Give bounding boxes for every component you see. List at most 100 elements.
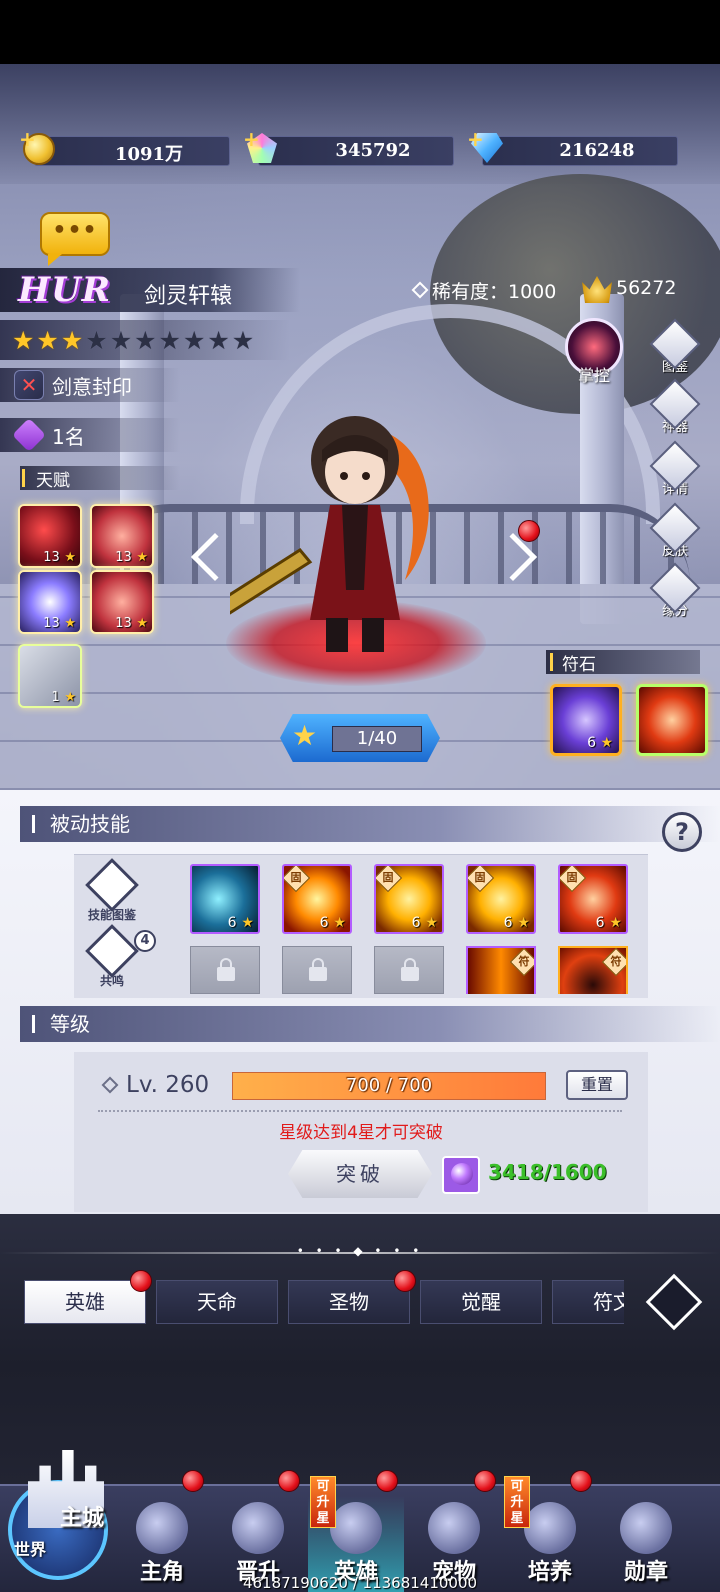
star-icon: ★ bbox=[207, 325, 230, 355]
locked-skill-slot[interactable] bbox=[190, 946, 260, 994]
skill-level: 6 ★ bbox=[595, 915, 622, 931]
upgrade-tag: 可升星 bbox=[504, 1476, 530, 1528]
passive-skill-slot[interactable]: 6 ★ bbox=[190, 864, 260, 934]
crystal-counter[interactable]: + 345792 bbox=[243, 127, 454, 166]
seal-row[interactable]: ✕ 剑意封印 bbox=[0, 368, 180, 402]
rarity: 稀有度：1000 bbox=[411, 276, 557, 304]
diamond-bullet-icon bbox=[101, 1076, 119, 1094]
rune-skill-slot[interactable]: 符 bbox=[558, 946, 628, 994]
main-city-label: 主城 bbox=[60, 1505, 105, 1531]
control-skill-label: 掌控 bbox=[577, 366, 610, 385]
help-button[interactable]: ? bbox=[662, 812, 702, 852]
nav-icon bbox=[620, 1502, 672, 1554]
tab-2[interactable]: 圣物 bbox=[288, 1280, 410, 1324]
control-skill-button[interactable]: 掌控 bbox=[562, 318, 626, 388]
hero-grade: HUR bbox=[18, 270, 112, 310]
gold-counter[interactable]: + 1091万 bbox=[19, 127, 230, 166]
hero-character[interactable] bbox=[230, 390, 480, 670]
resonance-icon bbox=[85, 924, 139, 978]
passive-skill-slot[interactable]: 固 6 ★ bbox=[466, 864, 536, 934]
rune-tag-icon: 符 bbox=[509, 948, 534, 977]
star-icon: ★ bbox=[182, 325, 206, 355]
fixed-tag-icon: 固 bbox=[376, 866, 403, 893]
star-icon: ★ bbox=[60, 325, 84, 355]
star-icon: ★ bbox=[85, 325, 108, 355]
fixed-tag-label: 固 bbox=[382, 871, 394, 884]
talent-level-value: 13 bbox=[115, 550, 132, 565]
footer-progress: 46187190620 / 113681410000 bbox=[242, 1574, 478, 1592]
diamond-counter[interactable]: + 216248 bbox=[467, 127, 678, 166]
skill-codex-button[interactable]: 技能图鉴 bbox=[80, 858, 144, 926]
tab-switch-button[interactable] bbox=[642, 1270, 706, 1334]
talent-level-value: 13 bbox=[43, 550, 60, 565]
locked-skill-slot[interactable] bbox=[282, 946, 352, 994]
gold-value: 1091万 bbox=[114, 144, 184, 165]
crown-icon bbox=[582, 276, 612, 303]
tab-1[interactable]: 天命 bbox=[156, 1280, 278, 1324]
reset-button[interactable]: 重置 bbox=[566, 1070, 628, 1100]
talent-level: 13 ★ bbox=[43, 616, 76, 631]
notification-dot bbox=[394, 1270, 416, 1292]
power: 56272 bbox=[582, 270, 676, 306]
talent-slot[interactable]: 13 ★ bbox=[90, 504, 154, 568]
tab-4[interactable]: 符文 bbox=[552, 1280, 624, 1324]
talent-slot[interactable]: 13 ★ bbox=[18, 570, 82, 634]
skill-level-value: 6 bbox=[595, 915, 605, 931]
side-button-3[interactable]: 皮肤 bbox=[649, 502, 701, 570]
skill-level-value: 6 bbox=[503, 915, 513, 931]
lock-icon bbox=[309, 958, 327, 981]
rune-slot-2[interactable] bbox=[636, 684, 708, 756]
crystal-icon: + bbox=[243, 127, 283, 169]
locked-skill-slot[interactable] bbox=[374, 946, 444, 994]
talent-level: 13 ★ bbox=[115, 616, 148, 631]
currency-bar: + 1091万 + 345792 + 216248 bbox=[0, 124, 720, 184]
chat-button[interactable]: ••• bbox=[40, 212, 110, 266]
ascend-progress[interactable]: ★ 1/40 bbox=[280, 714, 440, 762]
level-header: 等级 bbox=[20, 1006, 720, 1042]
side-button-2[interactable]: 详情 bbox=[649, 440, 701, 508]
crystal-value: 345792 bbox=[335, 140, 411, 161]
passive-skill-slot[interactable]: 固 6 ★ bbox=[558, 864, 628, 934]
talent-title: 天赋 bbox=[20, 466, 180, 491]
star-icon: ★ bbox=[158, 325, 181, 355]
main-city-button[interactable]: 主城 世界 bbox=[8, 1440, 120, 1580]
fixed-tag-icon: 固 bbox=[560, 866, 587, 893]
nav-icon bbox=[232, 1502, 284, 1554]
upgrade-tag: 可升星 bbox=[310, 1476, 336, 1528]
rune-tag-icon: 符 bbox=[601, 948, 626, 977]
side-button-0[interactable]: 图鉴 bbox=[649, 318, 701, 386]
diamond-value: 216248 bbox=[559, 140, 635, 161]
skill-level-value: 6 bbox=[411, 915, 421, 931]
hero-name-plate: HUR 剑灵轩辕 bbox=[0, 268, 300, 312]
side-button-1[interactable]: 神器 bbox=[649, 378, 701, 446]
star-icon: ★ bbox=[109, 325, 133, 355]
notification-dot bbox=[474, 1470, 496, 1492]
hero-name: 剑灵轩辕 bbox=[144, 284, 233, 309]
seal-label: 剑意封印 bbox=[52, 374, 132, 399]
talent-level: 13 ★ bbox=[43, 550, 76, 565]
tab-3[interactable]: 觉醒 bbox=[420, 1280, 542, 1324]
talent-slot[interactable]: 1 ★ bbox=[18, 644, 82, 708]
hero-screen: + 1091万 + 345792 + 216248 ••• HUR 剑灵轩辕 稀… bbox=[0, 0, 720, 1592]
tab-0[interactable]: 英雄 bbox=[24, 1280, 146, 1324]
divider bbox=[98, 1110, 622, 1112]
notification-dot bbox=[570, 1470, 592, 1492]
xp-value: 700 / 700 bbox=[345, 1075, 433, 1096]
passive-skill-slot[interactable]: 固 6 ★ bbox=[282, 864, 352, 934]
diamond-icon: + bbox=[467, 127, 507, 169]
rune-skill-slot[interactable]: 符 bbox=[466, 946, 536, 994]
passive-skill-slot[interactable]: 固 6 ★ bbox=[374, 864, 444, 934]
rank-row[interactable]: 1名 bbox=[0, 418, 180, 452]
breakthrough-button[interactable]: 突破 bbox=[288, 1150, 432, 1198]
talent-slot[interactable]: 13 ★ bbox=[18, 504, 82, 568]
notification-dot bbox=[130, 1270, 152, 1292]
fixed-tag-label: 固 bbox=[290, 871, 302, 884]
passive-skill-header: 被动技能 bbox=[20, 806, 720, 842]
nav-icon bbox=[330, 1502, 382, 1554]
rune-slot-1[interactable]: 6 ★ bbox=[550, 684, 622, 756]
eye-diamond-icon bbox=[645, 1273, 703, 1331]
side-button-4[interactable]: 缘分 bbox=[649, 562, 701, 630]
level-value: Lv. 260 bbox=[126, 1072, 210, 1098]
rarity-label: 稀有度：1000 bbox=[432, 280, 557, 303]
talent-slot[interactable]: 13 ★ bbox=[90, 570, 154, 634]
